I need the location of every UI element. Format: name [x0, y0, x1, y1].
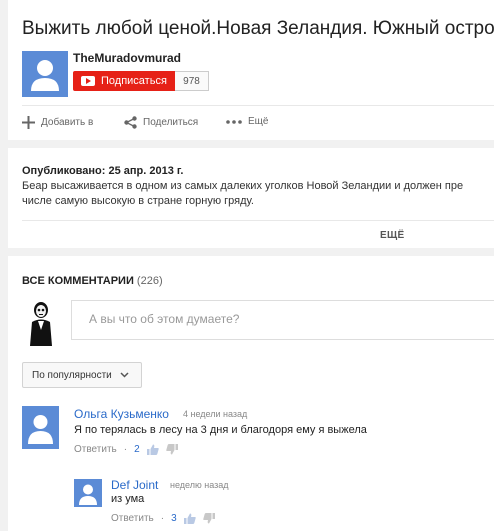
user-figure-icon — [30, 302, 52, 346]
comments-header-label: ВСЕ КОММЕНТАРИИ — [22, 275, 134, 287]
channel-avatar[interactable] — [22, 51, 68, 97]
subscribe-button[interactable]: Подписаться — [73, 71, 175, 91]
description-line-1: Беар высаживается в одном из самых далек… — [22, 180, 464, 192]
video-header-card: Выжить любой ценой.Новая Зеландия. Южный… — [8, 0, 494, 140]
channel-name[interactable]: TheMuradovmurad — [73, 51, 181, 65]
description-line-2: числе самую высокую в стране горную гряд… — [22, 195, 254, 207]
show-more-button[interactable]: ЕЩЁ — [380, 230, 404, 241]
share-icon — [124, 116, 137, 129]
comment-author-avatar[interactable] — [22, 406, 59, 449]
comments-card: ВСЕ КОММЕНТАРИИ (226) А вы что об этом д… — [8, 256, 494, 531]
chevron-down-icon — [120, 372, 129, 378]
like-count: 3 — [171, 513, 177, 524]
comments-header: ВСЕ КОММЕНТАРИИ (226) — [22, 275, 163, 287]
divider — [22, 105, 494, 106]
thumbs-up-icon[interactable] — [146, 444, 159, 455]
publish-date: Опубликовано: 25 апр. 2013 г. — [22, 165, 184, 177]
youtube-logo-icon — [81, 76, 95, 86]
reply-text: из ума — [111, 493, 145, 505]
more-actions-label: Ещё — [248, 116, 269, 127]
thumbs-down-icon[interactable] — [202, 513, 215, 524]
reply-author[interactable]: Def Joint — [111, 478, 158, 492]
comments-count: (226) — [136, 275, 163, 287]
separator: · — [160, 513, 165, 524]
add-to-label: Добавить в — [41, 117, 94, 128]
comment-actions: Ответить · 2 — [74, 444, 178, 455]
reply-time[interactable]: неделю назад — [170, 480, 229, 490]
default-avatar-icon — [31, 60, 59, 91]
description-card: Опубликовано: 25 апр. 2013 г. Беар высаж… — [8, 148, 494, 248]
comment-time[interactable]: 4 недели назад — [183, 409, 247, 419]
comment-author[interactable]: Ольга Кузьменко — [74, 407, 169, 421]
comment-text: Я по терялась в лесу на 3 дня и благодор… — [74, 424, 367, 436]
sort-label: По популярности — [32, 369, 112, 381]
default-avatar-icon — [79, 484, 97, 505]
share-label: Поделиться — [143, 117, 199, 128]
add-to-button[interactable]: Добавить в — [22, 116, 93, 129]
subscriber-count: 978 — [175, 71, 209, 91]
video-title: Выжить любой ценой.Новая Зеландия. Южный… — [22, 18, 494, 39]
share-button[interactable]: Поделиться — [124, 116, 198, 129]
thumbs-down-icon[interactable] — [165, 444, 178, 455]
sort-dropdown[interactable]: По популярности — [22, 362, 142, 388]
plus-icon — [22, 116, 35, 129]
subscribe-label: Подписаться — [101, 75, 167, 87]
separator: · — [123, 444, 128, 455]
reply-actions: Ответить · 3 — [111, 513, 215, 524]
reply-button[interactable]: Ответить — [111, 513, 154, 524]
more-dots-icon — [226, 119, 242, 124]
like-count: 2 — [134, 444, 140, 455]
default-avatar-icon — [28, 415, 53, 444]
thumbs-up-icon[interactable] — [183, 513, 196, 524]
divider — [22, 220, 494, 221]
reply-author-avatar[interactable] — [74, 479, 102, 507]
more-actions-button[interactable]: Ещё — [226, 116, 268, 127]
current-user-avatar — [24, 300, 58, 346]
reply-button[interactable]: Ответить — [74, 444, 117, 455]
comment-input[interactable]: А вы что об этом думаете? — [71, 300, 494, 340]
